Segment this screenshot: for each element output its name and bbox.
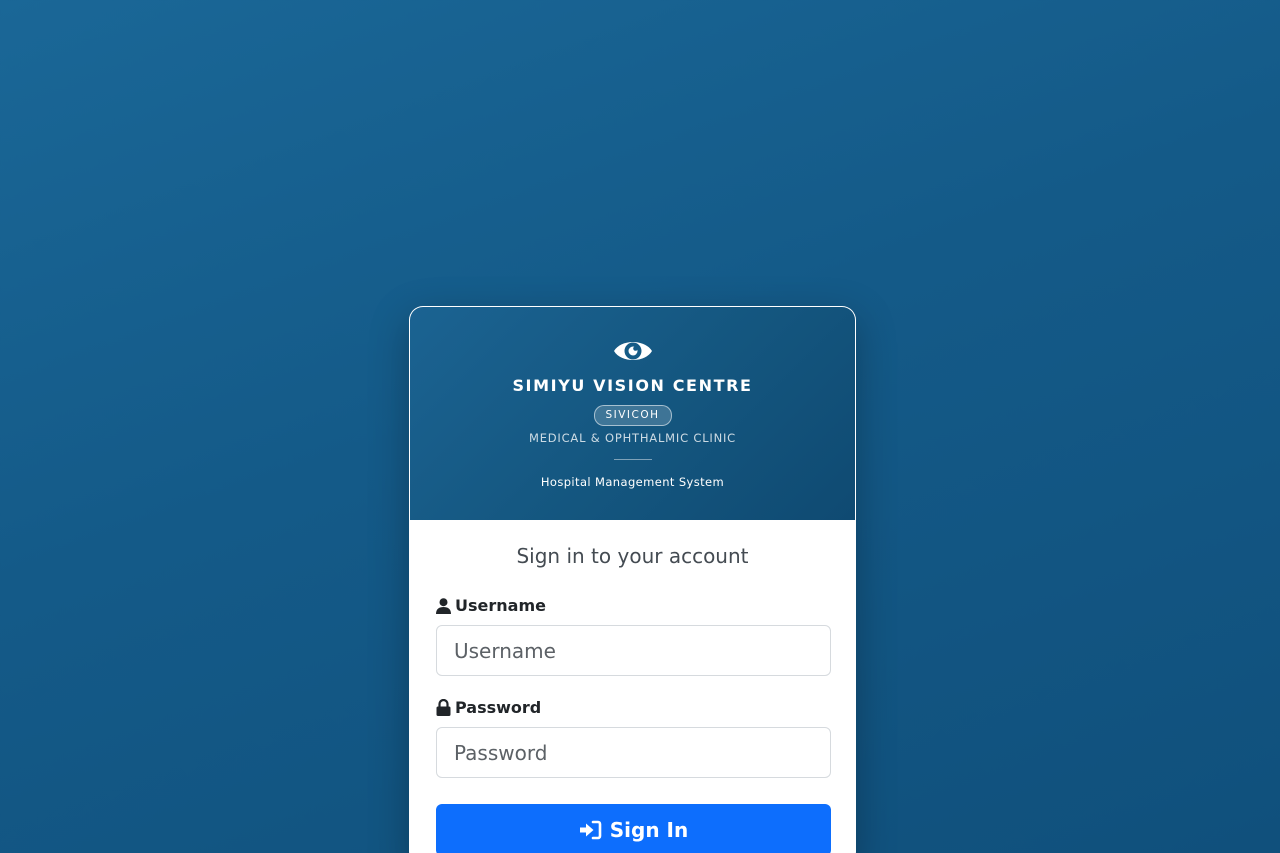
sign-in-title: Sign in to your account	[516, 544, 749, 568]
username-input[interactable]	[436, 625, 831, 676]
header-divider	[613, 459, 652, 460]
eye-icon	[614, 342, 652, 360]
login-card: SIMIYU VISION CENTRE SIVICOH MEDICAL & O…	[409, 306, 856, 853]
password-label-text: Password	[455, 698, 542, 717]
card-body: Sign in to your account Username Passwor…	[410, 520, 855, 853]
system-name: Hospital Management System	[540, 475, 725, 489]
clinic-badge: SIVICOH	[593, 405, 672, 426]
card-header: SIMIYU VISION CENTRE SIVICOH MEDICAL & O…	[410, 307, 855, 520]
sign-in-icon	[579, 820, 602, 840]
user-icon	[436, 597, 451, 614]
sign-in-button-label: Sign In	[609, 818, 689, 842]
lock-icon	[436, 699, 451, 716]
username-label: Username	[436, 596, 829, 615]
clinic-name: SIMIYU VISION CENTRE	[512, 376, 753, 395]
clinic-tagline: MEDICAL & OPHTHALMIC CLINIC	[528, 431, 737, 445]
username-label-text: Username	[455, 596, 546, 615]
password-label: Password	[436, 698, 829, 717]
password-input[interactable]	[436, 727, 831, 778]
sign-in-button[interactable]: Sign In	[436, 804, 831, 853]
